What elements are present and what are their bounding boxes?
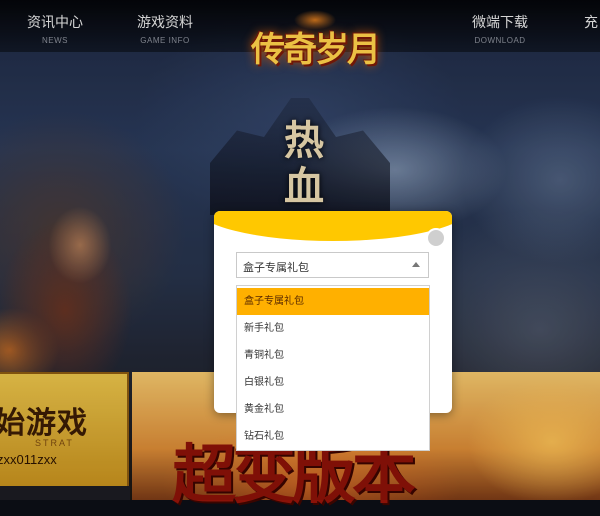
gift-option[interactable]: 钻石礼包 <box>237 423 429 450</box>
gift-option[interactable]: 黄金礼包 <box>237 396 429 423</box>
gift-options-list: 盒子专属礼包 新手礼包 青铜礼包 白银礼包 黄金礼包 钻石礼包 <box>236 285 430 451</box>
gift-option[interactable]: 新手礼包 <box>237 315 429 342</box>
gift-option[interactable]: 盒子专属礼包 <box>237 288 429 315</box>
gift-select-value: 盒子专属礼包 <box>243 262 309 274</box>
gift-option[interactable]: 青铜礼包 <box>237 342 429 369</box>
gift-select[interactable]: 盒子专属礼包 <box>236 252 429 278</box>
close-button[interactable] <box>426 228 446 248</box>
gift-option[interactable]: 白银礼包 <box>237 369 429 396</box>
dialog-header-band <box>214 211 452 241</box>
chevron-up-icon <box>412 262 420 267</box>
